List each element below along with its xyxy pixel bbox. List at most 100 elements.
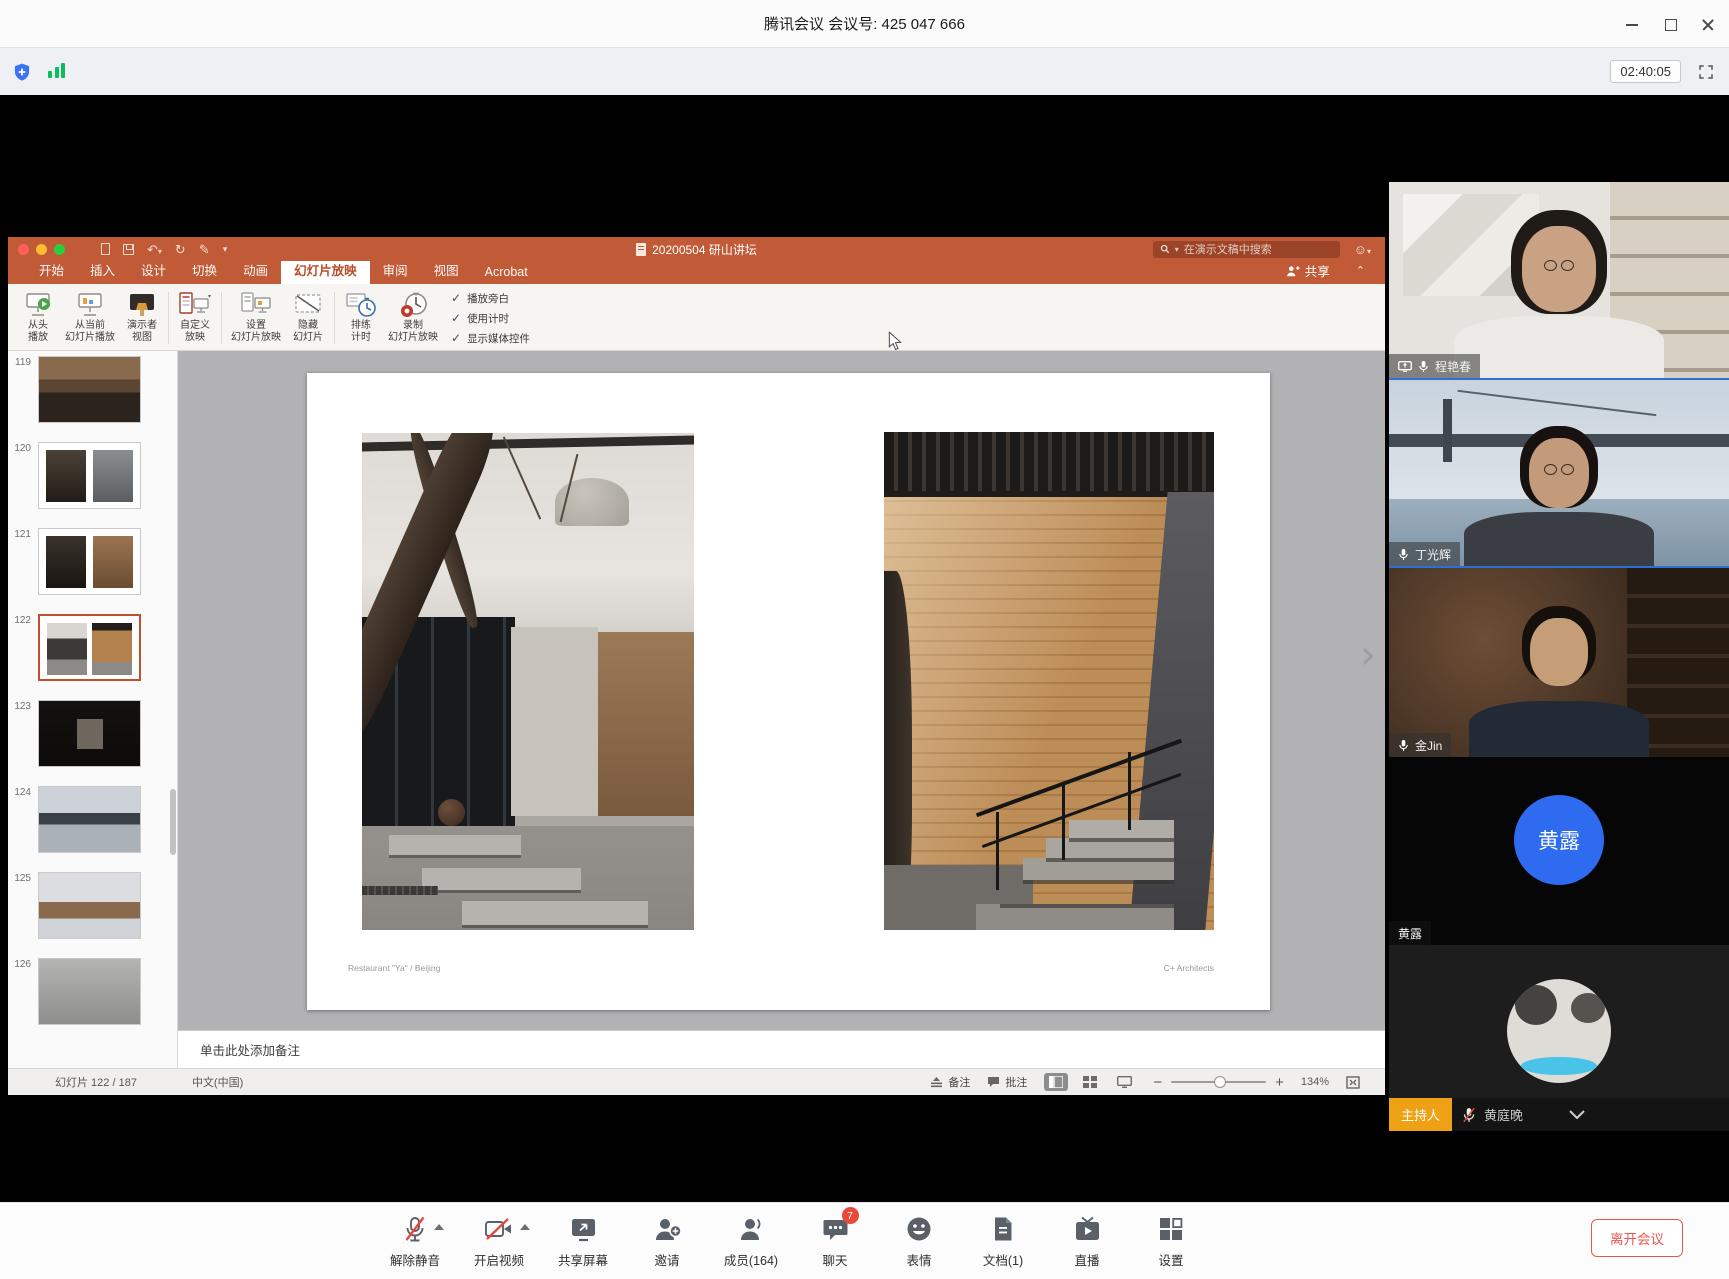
- video-tile-5[interactable]: 主持人 黄庭晚: [1389, 945, 1729, 1131]
- emoji-icon: [906, 1216, 932, 1242]
- ppt-titlebar: ↶▾ ↻ ✎ ▾ 20200504 研山讲坛 ▾ 在演示文稿中搜索 ☺▾: [8, 237, 1385, 261]
- notes-placeholder: 单击此处添加备注: [200, 1040, 300, 1059]
- search-placeholder: 在演示文稿中搜索: [1184, 241, 1272, 257]
- thumbnail-126[interactable]: 126: [8, 958, 177, 1025]
- mic-muted-icon: [402, 1215, 428, 1243]
- chat-button[interactable]: 7 聊天: [793, 1203, 877, 1279]
- live-stream-button[interactable]: 直播: [1045, 1203, 1129, 1279]
- members-icon: [737, 1216, 765, 1242]
- thumbnail-125[interactable]: 125: [8, 872, 177, 939]
- maximize-button[interactable]: [1663, 17, 1677, 31]
- security-shield-icon[interactable]: [12, 62, 32, 82]
- current-slide[interactable]: Restaurant "Ya" / Beijing C+ Architects: [307, 373, 1270, 1010]
- avatar: [1507, 979, 1611, 1083]
- slide-counter: 幻灯片 122 / 187: [55, 1074, 137, 1090]
- checkbox-use-timings[interactable]: ✓使用计时: [451, 311, 530, 326]
- slide-editing-area: Restaurant "Ya" / Beijing C+ Architects: [178, 351, 1385, 1030]
- leave-meeting-button[interactable]: 离开会议: [1591, 1219, 1683, 1257]
- participant-name: 程艳春: [1435, 358, 1471, 375]
- live-tv-icon: [1074, 1216, 1101, 1242]
- custom-show-button[interactable]: 自定义放映: [173, 288, 217, 348]
- normal-view-button[interactable]: [1044, 1073, 1068, 1091]
- minimize-button[interactable]: [1625, 17, 1639, 31]
- zoom-in-button[interactable]: +: [1275, 1074, 1284, 1091]
- presenter-view-button[interactable]: 演示者视图: [120, 288, 164, 348]
- record-slideshow-button[interactable]: 录制幻灯片放映: [383, 288, 443, 348]
- notes-pane[interactable]: 单击此处添加备注: [178, 1030, 1385, 1068]
- draw-icon[interactable]: ✎: [199, 243, 210, 256]
- notes-icon: [930, 1077, 943, 1088]
- thumbnail-124[interactable]: 124: [8, 786, 177, 853]
- collapse-ribbon-icon[interactable]: ⌃: [1356, 264, 1365, 277]
- network-signal-icon[interactable]: [46, 64, 67, 80]
- camera-off-icon: [484, 1217, 514, 1241]
- fullscreen-icon[interactable]: [1697, 63, 1715, 81]
- mic-options-caret[interactable]: [434, 1224, 444, 1230]
- mouse-cursor: [888, 331, 903, 352]
- rehearse-timings-button[interactable]: 排练计时: [339, 288, 383, 348]
- language-indicator[interactable]: 中文(中国): [192, 1074, 243, 1090]
- share-screen-button[interactable]: 共享屏幕: [541, 1203, 625, 1279]
- avatar: 黄露: [1514, 795, 1604, 885]
- comments-toggle[interactable]: 批注: [987, 1074, 1027, 1090]
- sidebar-collapse-chevron-icon[interactable]: ›: [1360, 635, 1376, 675]
- ppt-zoom-button[interactable]: [54, 244, 65, 255]
- invite-button[interactable]: 邀请: [625, 1203, 709, 1279]
- close-button[interactable]: [1701, 17, 1715, 31]
- slideshow-view-button[interactable]: [1112, 1073, 1136, 1091]
- zoom-slider[interactable]: [1171, 1081, 1266, 1083]
- quickbar-menu-icon[interactable]: ▾: [223, 245, 228, 254]
- save-icon[interactable]: [123, 244, 134, 255]
- thumbnail-123[interactable]: 123: [8, 700, 177, 767]
- share-screen-icon: [570, 1217, 597, 1242]
- checkbox-show-media-controls[interactable]: ✓显示媒体控件: [451, 331, 530, 346]
- thumbnail-121[interactable]: 121: [8, 528, 177, 595]
- video-options-caret[interactable]: [520, 1224, 530, 1230]
- thumbnail-119[interactable]: 119: [8, 356, 177, 423]
- notes-toggle[interactable]: 备注: [930, 1074, 970, 1090]
- checkmark-icon: ✓: [451, 332, 461, 344]
- docs-button[interactable]: 文档(1): [961, 1203, 1045, 1279]
- zoom-out-button[interactable]: −: [1153, 1074, 1162, 1091]
- ppt-document-title: 20200504 研山讲坛: [652, 241, 757, 258]
- thumbnail-scrollbar[interactable]: [170, 789, 176, 855]
- chevron-down-icon[interactable]: [1569, 1110, 1585, 1119]
- play-from-current-button[interactable]: 从当前幻灯片播放: [60, 288, 120, 348]
- chat-unread-badge: 7: [842, 1207, 859, 1224]
- undo-icon[interactable]: ↶▾: [147, 243, 162, 256]
- new-file-icon[interactable]: [101, 243, 110, 255]
- setup-slideshow-button[interactable]: 设置幻灯片放映: [226, 288, 286, 348]
- video-tile-4[interactable]: 黄露 黄露: [1389, 757, 1729, 945]
- redo-icon[interactable]: ↻: [175, 243, 186, 256]
- members-button[interactable]: 成员(164): [709, 1203, 793, 1279]
- video-tile-1[interactable]: 程艳春: [1389, 182, 1729, 380]
- thumbnail-122-selected[interactable]: 122: [8, 614, 177, 681]
- play-from-start-button[interactable]: 从头播放: [16, 288, 60, 348]
- start-video-button[interactable]: 开启视频: [457, 1203, 541, 1279]
- unmute-button[interactable]: 解除静音: [373, 1203, 457, 1279]
- checkbox-play-narrations[interactable]: ✓播放旁白: [451, 291, 530, 306]
- hide-slide-button[interactable]: 隐藏幻灯片: [286, 288, 330, 348]
- ppt-close-button[interactable]: [18, 244, 29, 255]
- app-titlebar: 腾讯会议 会议号: 425 047 666: [0, 0, 1729, 48]
- ppt-share-button[interactable]: 共享: [1286, 261, 1330, 280]
- ppt-search-input[interactable]: ▾ 在演示文稿中搜索: [1153, 241, 1340, 258]
- tab-acrobat[interactable]: Acrobat: [472, 261, 541, 284]
- zoom-level[interactable]: 134%: [1301, 1076, 1329, 1088]
- reactions-button[interactable]: 表情: [877, 1203, 961, 1279]
- slide-caption-right: C+ Architects: [884, 963, 1214, 973]
- settings-button[interactable]: 设置: [1129, 1203, 1213, 1279]
- fit-slide-button[interactable]: [1346, 1076, 1360, 1089]
- settings-grid-icon: [1158, 1216, 1184, 1242]
- ppt-minimize-button[interactable]: [36, 244, 47, 255]
- feedback-smiley-icon[interactable]: ☺▾: [1354, 242, 1371, 257]
- video-tile-2[interactable]: 丁光辉: [1389, 380, 1729, 568]
- video-tile-3[interactable]: 金Jin: [1389, 568, 1729, 757]
- thumbnail-120[interactable]: 120: [8, 442, 177, 509]
- meeting-toolbar: 02:40:05: [0, 48, 1729, 95]
- person-plus-icon: [1286, 265, 1300, 277]
- zoom-slider-knob[interactable]: [1214, 1076, 1226, 1088]
- slide-sorter-view-button[interactable]: [1078, 1073, 1102, 1091]
- mic-icon: [1398, 548, 1409, 561]
- participant-name: 黄露: [1398, 925, 1422, 942]
